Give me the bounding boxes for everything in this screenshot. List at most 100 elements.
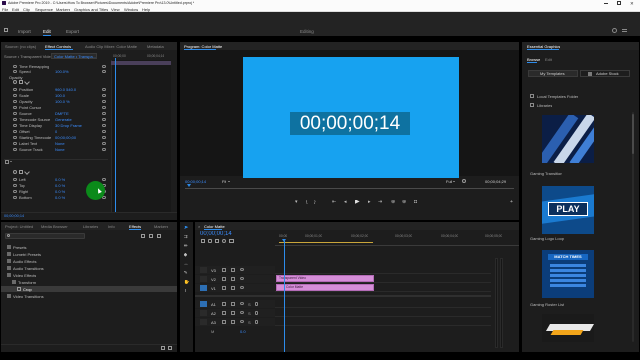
stopwatch-icon[interactable] [13, 111, 17, 116]
ec-row-value[interactable]: 0.0 % [55, 195, 65, 200]
stopwatch-icon[interactable] [13, 195, 17, 200]
program-fit-dropdown-chevron[interactable] [228, 180, 230, 182]
stopwatch-icon[interactable] [13, 105, 17, 110]
track-select-tool-icon[interactable]: ⇉ [184, 235, 188, 240]
ec-row-value[interactable]: None [55, 141, 65, 146]
pen-mask-icon-2[interactable] [24, 169, 30, 175]
stopwatch-icon[interactable] [13, 123, 17, 128]
button-editor-icon[interactable]: + [510, 200, 513, 205]
reset-parameter-icon[interactable] [102, 123, 106, 128]
effect-controls-timecode[interactable]: 00;00;00;14 [4, 214, 24, 219]
timeline-playhead[interactable] [283, 241, 285, 352]
play-button[interactable]: ▶ [355, 200, 360, 205]
tab-project[interactable]: Project: Untitled [5, 224, 33, 229]
stopwatch-icon[interactable] [13, 129, 17, 134]
stopwatch-icon[interactable] [13, 64, 17, 69]
menu-item-file[interactable]: File [2, 7, 8, 12]
go-to-in-icon[interactable]: ⇤ [332, 200, 336, 205]
mark-in-button[interactable]: ▾ [295, 200, 298, 205]
program-playhead[interactable] [187, 184, 191, 187]
source-patch-toggle[interactable] [200, 267, 207, 273]
video-audio-divider[interactable] [195, 295, 491, 297]
sync-lock-icon[interactable] [231, 277, 235, 281]
home-icon[interactable] [4, 28, 8, 32]
eg-tab-edit[interactable]: Edit [545, 57, 552, 62]
rectangle-mask-icon[interactable] [19, 80, 23, 84]
voiceover-mic-icon[interactable] [255, 320, 258, 324]
maximize-button[interactable] [617, 1, 621, 5]
export-frame-icon[interactable]: ◘ [414, 200, 417, 205]
work-area-bar[interactable] [279, 242, 373, 243]
menu-item-edit[interactable]: Edit [12, 7, 19, 12]
effects-search-input[interactable] [5, 233, 85, 239]
go-to-out-icon[interactable]: ⇥ [378, 200, 382, 205]
source-patch-toggle[interactable] [200, 276, 207, 282]
tab-source[interactable]: Source: (no clips) [5, 44, 36, 49]
reset-parameter-icon[interactable] [102, 105, 106, 110]
source-patch-toggle[interactable] [200, 319, 207, 325]
fx-toggle-icon[interactable] [5, 160, 9, 164]
eye-icon[interactable] [240, 268, 244, 271]
lift-icon[interactable]: ⊕ [391, 200, 395, 205]
menu-item-view[interactable]: View [111, 7, 120, 12]
ec-row-value[interactable]: None [55, 147, 65, 152]
extract-icon[interactable]: ⊕ [402, 200, 406, 205]
timeline-timecode[interactable]: 00;00;00;14 [200, 231, 232, 238]
source-patch-toggle[interactable] [200, 301, 207, 307]
template-thumbnail-gaming-lower-third[interactable] [542, 314, 594, 342]
template-thumbnail-gaming-transition[interactable] [542, 115, 594, 163]
tab-media-browser[interactable]: Media Browser [41, 224, 68, 229]
master-volume-value[interactable]: 0.0 [240, 329, 246, 334]
effect-controls-keyframe-area[interactable] [111, 60, 171, 212]
rectangle-mask-icon-2[interactable] [19, 170, 23, 174]
ec-row-value[interactable]: 30 Drop Frame [55, 123, 82, 128]
pen-tool-icon[interactable]: ✎ [184, 271, 188, 276]
import-tab[interactable]: Import [18, 29, 31, 34]
reset-parameter-icon[interactable] [102, 141, 106, 146]
minimize-button[interactable] [604, 2, 608, 4]
workspace-menu-icon[interactable] [622, 29, 627, 32]
hand-tool-icon[interactable]: ✋ [184, 280, 190, 285]
reset-parameter-icon[interactable] [102, 69, 106, 74]
menu-item-clip[interactable]: Clip [23, 7, 30, 12]
ec-row-value[interactable]: 00;00;00;00 [55, 135, 76, 140]
mute-icon[interactable] [240, 302, 244, 305]
track-lock-icon[interactable] [222, 320, 226, 324]
timeline-settings-icon[interactable] [222, 239, 226, 243]
solo-icon[interactable]: S [248, 302, 251, 307]
ellipse-mask-icon[interactable] [13, 80, 17, 84]
effects-tree-item[interactable] [1, 244, 177, 250]
mark-in-icon[interactable]: { [306, 200, 308, 205]
menu-item-markers[interactable]: Markers [56, 7, 70, 12]
stopwatch-icon[interactable] [13, 183, 17, 188]
ec-row-value[interactable]: 100.0 % [55, 99, 70, 104]
reset-parameter-icon[interactable] [102, 64, 106, 69]
ec-row-value[interactable]: DMFTE [55, 111, 69, 116]
sync-lock-icon[interactable] [231, 302, 235, 306]
ec-row-value[interactable]: 100.0 [55, 93, 65, 98]
tab-info[interactable]: Info [108, 224, 115, 229]
stopwatch-icon[interactable] [13, 135, 17, 140]
reset-parameter-icon[interactable] [102, 135, 106, 140]
ec-row-value[interactable]: 960.0 540.0 [55, 87, 76, 92]
mark-out-icon[interactable]: } [314, 200, 316, 205]
reset-parameter-icon[interactable] [102, 129, 106, 134]
ec-row-value[interactable]: 0 [55, 129, 57, 134]
local-templates-checkbox[interactable] [530, 94, 534, 98]
stopwatch-icon[interactable] [13, 177, 17, 182]
mute-icon[interactable] [240, 311, 244, 314]
stopwatch-icon[interactable] [13, 99, 17, 104]
template-thumbnail-gaming-logo-loop[interactable]: PLAY [542, 186, 594, 234]
menu-item-help[interactable]: Help [142, 7, 150, 12]
track-lock-icon[interactable] [222, 277, 226, 281]
tab-markers[interactable]: Markers [154, 224, 168, 229]
program-fit-dropdown[interactable]: Fit [222, 179, 226, 184]
reset-parameter-icon[interactable] [102, 177, 106, 182]
program-settings-icon[interactable] [462, 179, 466, 183]
stopwatch-icon[interactable] [13, 189, 17, 194]
snap-icon[interactable] [201, 239, 205, 243]
effect-controls-playhead[interactable] [115, 58, 116, 212]
stopwatch-icon[interactable] [13, 69, 17, 74]
eye-icon[interactable] [240, 277, 244, 280]
crop-effect-header[interactable] [4, 159, 108, 164]
